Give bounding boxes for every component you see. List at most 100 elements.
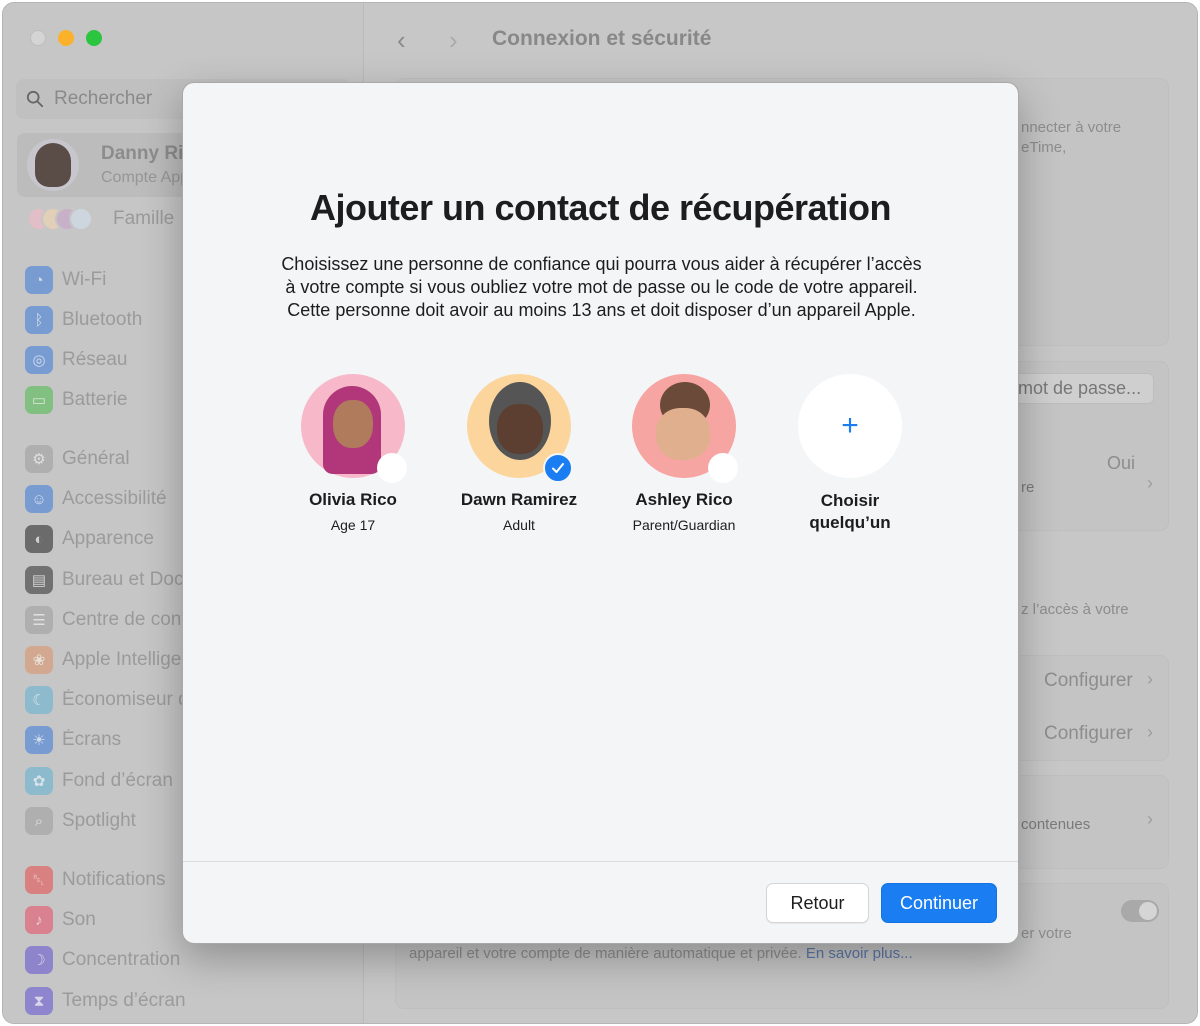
sidebar-item-label: Économiseur d'écran [62,689,187,710]
window-controls [30,30,102,46]
contact-ashley-rico[interactable]: Ashley Rico Parent/Guardian [599,374,769,533]
close-button[interactable] [30,30,46,46]
contact-role: Parent/Guardian [632,517,736,533]
recovery-description: z l’accès à votre [1021,601,1129,618]
sidebar-item-battery[interactable]: ▭ Batterie [25,385,127,415]
contact-avatar [632,374,738,483]
yes-value: Oui [1107,453,1136,473]
selection-circle[interactable] [708,453,738,483]
contact-name: Olivia Rico [309,490,397,509]
display-icon: ☀ [25,726,53,754]
sidebar-item-label: Notifications [62,869,166,890]
minimize-button[interactable] [58,30,74,46]
sidebar-item-dock[interactable]: ▤ Bureau et Dock [25,565,187,595]
chevron-right-icon[interactable]: › [1147,809,1153,830]
sidebar-item-label: Famille [113,208,175,229]
contact-role: Adult [503,517,535,533]
sidebar-item-display[interactable]: ☀ Écrans [25,725,121,755]
back-button[interactable]: Retour [766,883,869,923]
search-icon [26,90,44,108]
contact-name: Ashley Rico [635,490,733,509]
contact-dawn-ramirez[interactable]: Dawn Ramirez Adult [434,374,604,533]
family-avatars-icon [27,207,93,231]
sidebar-item-notifications[interactable]: ␇ Notifications [25,865,166,895]
sidebar-item-sound[interactable]: ♪ Son [25,905,96,935]
contact-avatar [301,374,407,483]
configure-button-1[interactable]: Configurer [1044,670,1133,692]
choose-someone-label-2: quelqu’un [809,513,891,532]
sidebar-item-apple-intelligence[interactable]: ❀ Apple Intelligence [25,645,187,675]
focus-icon: ☽ [25,946,53,974]
sound-icon: ♪ [25,906,53,934]
sidebar-item-wallpaper[interactable]: ✿ Fond d’écran [25,766,173,796]
sidebar-item-focus[interactable]: ☽ Concentration [25,945,180,975]
contact-name: Dawn Ramirez [460,490,578,509]
search-placeholder: Rechercher [54,88,153,109]
page-title: Connexion et sécurité [492,27,712,50]
sidebar-item-label: Accessibilité [62,488,167,509]
footer-text: appareil et votre compte de manière auto… [409,945,802,962]
sidebar-item-label: Fond d’écran [62,770,173,791]
dock-icon: ▤ [25,566,53,594]
control-center-icon: ☰ [25,606,53,634]
chevron-right-icon[interactable]: › [1147,669,1153,690]
chevron-left-icon[interactable]: ‹ [397,25,406,56]
selection-circle[interactable] [377,453,407,483]
choose-someone-label-1: Choisir [820,491,880,510]
learn-more-link[interactable]: En savoir plus... [806,945,913,962]
contact-avatar [467,374,573,483]
wifi-icon: ◔ [25,266,53,294]
add-recovery-contact-dialog: Ajouter un contact de récupération Chois… [182,82,1019,944]
change-password-button[interactable]: mot de passe... [1005,373,1155,404]
verification-toggle[interactable] [1121,900,1159,922]
battery-icon: ▭ [25,386,53,414]
sidebar-item-label: Bureau et Dock [62,569,187,590]
sidebar-item-label: Général [62,448,130,469]
sign-in-text-2: eTime, [1021,139,1067,156]
add-contact-circle[interactable]: + [798,374,902,478]
sidebar-item-label: Centre de contrôle [62,609,187,630]
row-text: re [1021,479,1035,496]
sidebar-item-screen-time[interactable]: ⧗ Temps d’écran [25,986,186,1016]
sidebar-item-wifi[interactable]: ◔ Wi-Fi [25,265,106,295]
sidebar-item-appearance[interactable]: ◐ Apparence [25,524,154,554]
checkmark-icon [552,463,564,473]
globe-icon: ◎ [25,346,53,374]
dialog-description: Choisissez une personne de confiance qui… [281,254,922,320]
contact-role: Age 17 [330,517,376,533]
chevron-right-icon[interactable]: › [1147,722,1153,743]
plus-icon: + [841,409,859,442]
spotlight-icon: ⌕ [25,807,53,835]
sidebar-item-spotlight[interactable]: ⌕ Spotlight [25,806,136,836]
sidebar-item-gear[interactable]: ⚙ Général [25,444,130,474]
sidebar-item-famille[interactable]: Famille [27,207,174,231]
sidebar-item-label: Batterie [62,389,128,410]
selected-checkmark[interactable] [543,453,573,483]
sidebar-item-bluetooth[interactable]: ᛒ Bluetooth [25,305,142,335]
choose-someone-button[interactable]: + Choisir quelqu’un [765,374,935,534]
footer-divider [183,861,1018,862]
configure-button-2[interactable]: Configurer [1044,723,1133,745]
continue-button[interactable]: Continuer [881,883,997,923]
sidebar-item-screensaver[interactable]: ☾ Économiseur d'écran [25,685,187,715]
sign-in-text: nnecter à votre [1021,119,1122,136]
sidebar-item-control-center[interactable]: ☰ Centre de contrôle [25,605,187,635]
accessibility-icon: ☺ [25,485,53,513]
sidebar-item-label: Spotlight [62,810,136,831]
apple-intelligence-icon: ❀ [25,646,53,674]
appearance-icon: ◐ [25,525,53,553]
contact-olivia-rico[interactable]: Olivia Rico Age 17 [268,374,438,533]
bluetooth-icon: ᛒ [25,306,53,334]
sidebar-item-label: Temps d’écran [62,990,186,1011]
sidebar-item-label: Concentration [62,949,181,970]
zoom-button[interactable] [86,30,102,46]
sidebar-item-globe[interactable]: ◎ Réseau [25,345,128,375]
sidebar-item-accessibility[interactable]: ☺ Accessibilité [25,484,167,514]
chevron-right-icon[interactable]: › [1147,473,1153,494]
sidebar-item-label: Apparence [62,528,154,549]
dialog-title: Ajouter un contact de récupération [309,187,892,228]
account-avatar [27,139,79,191]
sidebar-item-label: Réseau [62,349,128,370]
chevron-right-icon[interactable]: › [449,25,458,56]
sidebar-item-label: Apple Intelligence [62,649,187,670]
